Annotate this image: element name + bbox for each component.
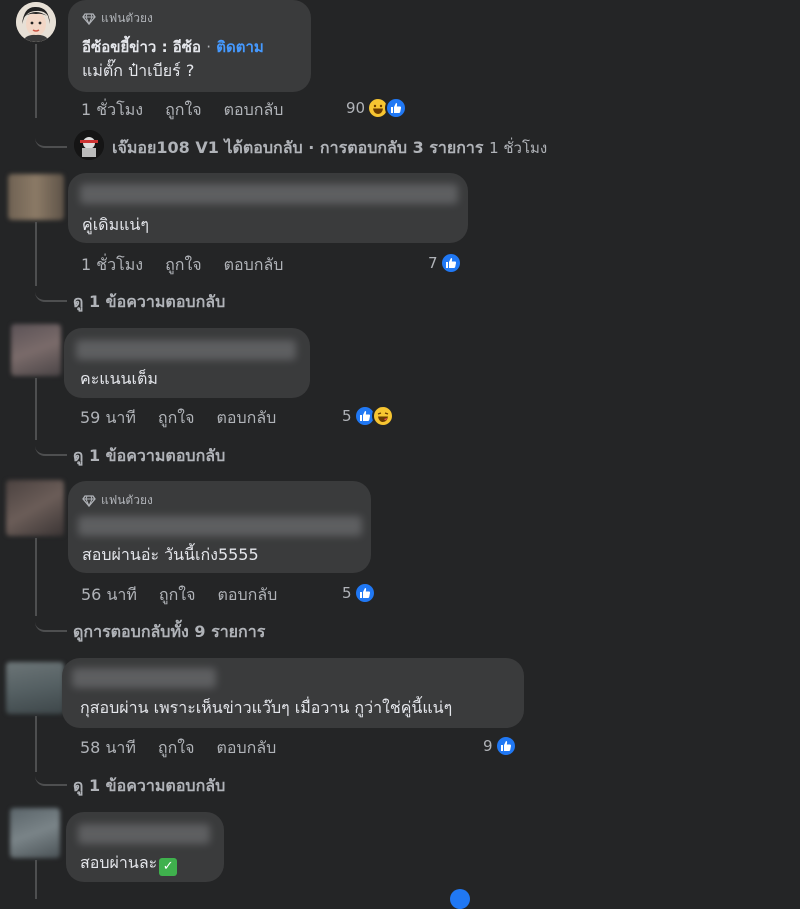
like-icon xyxy=(494,735,517,757)
commenter-name-blurred xyxy=(80,184,458,204)
avatar[interactable] xyxy=(10,808,60,858)
haha-icon xyxy=(371,405,394,427)
comment-text: สอบผ่านอ่ะ วันนี้เก่ง5555 xyxy=(82,545,259,564)
view-replies-link[interactable]: ดู 1 ข้อความตอบกลับ xyxy=(73,774,225,799)
reply-button[interactable]: ตอบกลับ xyxy=(224,253,284,278)
comment-text: คะแนนเต็ม xyxy=(80,369,158,388)
reply-button[interactable]: ตอบกลับ xyxy=(224,98,284,123)
like-icon xyxy=(439,252,462,274)
reaction-summary[interactable]: 9 xyxy=(483,735,517,757)
reply-count: การตอบกลับ 3 รายการ xyxy=(319,138,484,157)
timestamp[interactable]: 56 นาที xyxy=(81,583,137,608)
commenter-name-blurred xyxy=(72,668,216,688)
avatar[interactable] xyxy=(8,174,64,220)
like-button[interactable]: ถูกใจ xyxy=(159,583,196,608)
thread-line xyxy=(35,538,37,616)
badge-label: แฟนตัวยง xyxy=(101,11,153,25)
white-check-mark-icon: ✓ xyxy=(159,857,178,876)
like-button[interactable]: ถูกใจ xyxy=(165,253,202,278)
like-icon xyxy=(353,582,376,604)
comment-text: กุสอบผ่าน เพราะเห็นข่าวแว๊บๆ เมื่อวาน กู… xyxy=(80,698,453,717)
timestamp[interactable]: 59 นาที xyxy=(80,406,136,431)
like-button[interactable]: ถูกใจ xyxy=(165,98,202,123)
reply-author-avatar[interactable] xyxy=(74,130,104,160)
fan-badge: แฟนตัวยง xyxy=(82,9,153,28)
view-replies-link[interactable]: ดู 1 ข้อความตอบกลับ xyxy=(73,290,225,315)
reply-button[interactable]: ตอบกลับ xyxy=(217,583,277,608)
comment-text: แม่ตั๊ก ป๋าเบียร์ ? xyxy=(82,61,195,80)
reply-button[interactable]: ตอบกลับ xyxy=(216,406,276,431)
reaction-count: 90 xyxy=(346,99,366,117)
comment-text-content: สอบผ่านละ xyxy=(80,853,158,872)
reply-connector xyxy=(35,284,67,302)
thread-line xyxy=(35,222,37,286)
reply-connector xyxy=(35,118,67,148)
separator: · xyxy=(206,38,211,56)
reaction-summary[interactable]: 7 xyxy=(428,252,462,274)
reply-time: 1 ชั่วโมง xyxy=(489,139,548,157)
badge-label: แฟนตัวยง xyxy=(101,493,153,507)
avatar[interactable] xyxy=(6,662,64,714)
thread-line xyxy=(35,44,37,118)
reaction-count: 5 xyxy=(342,584,352,602)
comment-actions: 1 ชั่วโมง ถูกใจ ตอบกลับ xyxy=(81,253,283,278)
reaction-count: 7 xyxy=(428,254,438,272)
commenter-name-blurred xyxy=(76,340,296,360)
timestamp[interactable]: 1 ชั่วโมง xyxy=(81,253,143,278)
reply-button[interactable]: ตอบกลับ xyxy=(216,736,276,761)
reaction-summary[interactable]: 5 xyxy=(342,582,376,604)
commenter-name-blurred xyxy=(78,516,362,536)
avatar-image xyxy=(74,130,104,160)
comment-actions: 58 นาที ถูกใจ ตอบกลับ xyxy=(80,736,276,761)
comment-text: สอบผ่านละ ✓ xyxy=(80,851,178,876)
timestamp[interactable]: 58 นาที xyxy=(80,736,136,761)
avatar-image xyxy=(16,2,56,42)
author-name[interactable]: อีซ้อขยี้ข่าว : อีซ้อ xyxy=(82,38,201,56)
view-replies-link[interactable]: ดู 1 ข้อความตอบกลับ xyxy=(73,444,225,469)
view-replies-link[interactable]: ดูการตอบกลับทั้ง 9 รายการ xyxy=(73,620,265,645)
avatar[interactable] xyxy=(6,480,64,536)
diamond-icon xyxy=(82,12,96,25)
reaction-count: 5 xyxy=(342,407,352,425)
partial-like-icon xyxy=(450,889,470,909)
thread-line xyxy=(35,378,37,440)
like-button[interactable]: ถูกใจ xyxy=(158,406,195,431)
separator: · xyxy=(308,138,315,157)
reaction-summary[interactable]: 90 xyxy=(346,97,408,119)
reply-action: ได้ตอบกลับ xyxy=(224,138,303,157)
comment-actions: 1 ชั่วโมง ถูกใจ ตอบกลับ xyxy=(81,98,283,123)
comment-text: คู่เดิมแน่ๆ xyxy=(82,215,149,234)
reply-connector xyxy=(35,614,67,632)
avatar[interactable] xyxy=(11,324,61,376)
reply-connector xyxy=(35,768,67,786)
like-icon xyxy=(385,97,408,119)
diamond-icon xyxy=(82,494,96,507)
reply-author: เจ๊มอย108 V1 xyxy=(112,138,219,157)
reaction-count: 9 xyxy=(483,737,493,755)
view-replies-link[interactable]: เจ๊มอย108 V1 ได้ตอบกลับ · การตอบกลับ 3 ร… xyxy=(112,136,547,161)
follow-button[interactable]: ติดตาม xyxy=(216,38,264,56)
commenter-name-blurred xyxy=(78,824,210,844)
reply-connector xyxy=(35,438,67,456)
thread-line xyxy=(35,860,37,899)
avatar[interactable] xyxy=(16,2,56,42)
commenter-name: อีซ้อขยี้ข่าว : อีซ้อ · ติดตาม xyxy=(82,35,264,59)
fan-badge: แฟนตัวยง xyxy=(82,491,153,510)
comment-actions: 59 นาที ถูกใจ ตอบกลับ xyxy=(80,406,276,431)
comment-actions: 56 นาที ถูกใจ ตอบกลับ xyxy=(81,583,277,608)
timestamp[interactable]: 1 ชั่วโมง xyxy=(81,98,143,123)
like-button[interactable]: ถูกใจ xyxy=(158,736,195,761)
thread-line xyxy=(35,716,37,772)
reaction-summary[interactable]: 5 xyxy=(342,405,394,427)
